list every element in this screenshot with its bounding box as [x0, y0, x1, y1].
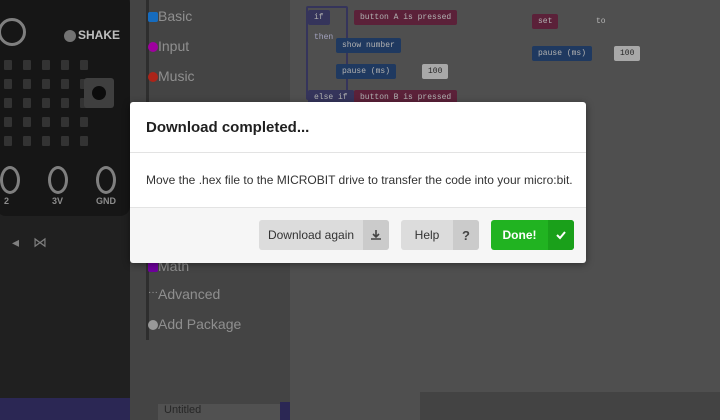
download-icon [363, 220, 389, 250]
download-again-button[interactable]: Download again [259, 220, 389, 250]
dialog-header: Download completed... [130, 102, 586, 153]
done-button[interactable]: Done! [491, 220, 574, 250]
help-button[interactable]: Help ? [401, 220, 479, 250]
question-icon: ? [453, 220, 479, 250]
dialog-title: Download completed... [146, 119, 310, 136]
dialog-body: Move the .hex file to the MICROBIT drive… [130, 153, 586, 207]
dialog-message: Move the .hex file to the MICROBIT drive… [146, 173, 573, 187]
dialog-actions: Download again Help ? Done! [130, 207, 586, 263]
checkmark-icon [548, 220, 574, 250]
help-label: Help [414, 228, 440, 242]
makecode-editor: SHAKE 2 3V GND ◂ ⋈ Basic Input Music Mat… [0, 0, 720, 420]
download-completed-dialog: Download completed... Move the .hex file… [130, 102, 586, 263]
done-label: Done! [502, 228, 537, 242]
download-again-label: Download again [267, 228, 355, 242]
